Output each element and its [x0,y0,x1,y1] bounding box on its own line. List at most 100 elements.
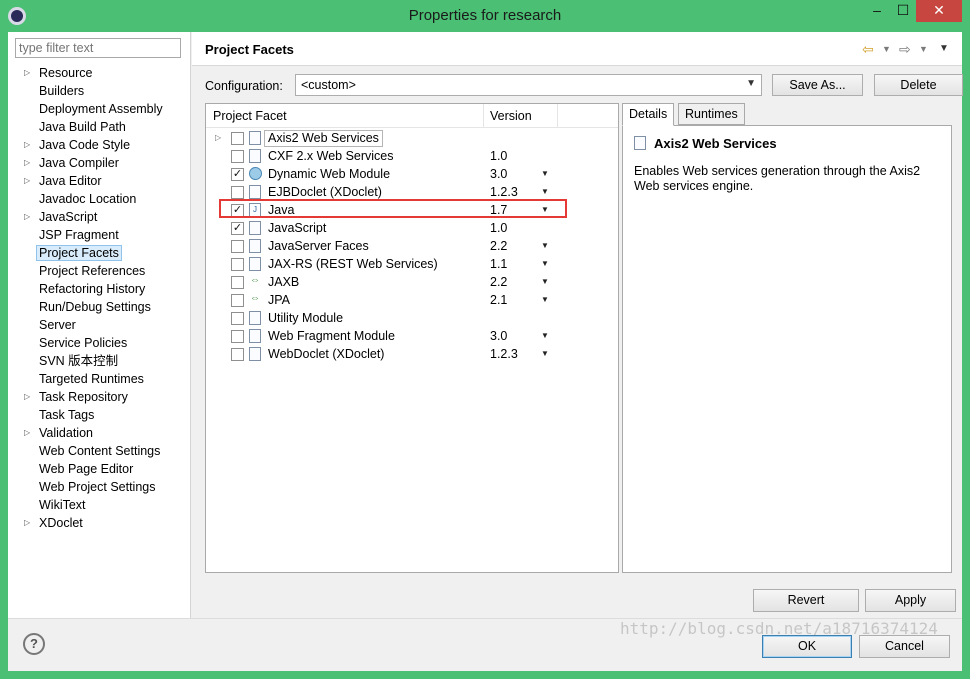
facet-name: JPA [268,293,290,307]
nav-item[interactable]: Project References [8,262,191,280]
facet-row[interactable]: JAX-RS (REST Web Services) 1.1 ▼ [206,255,618,273]
nav-item[interactable]: ▷ Java Editor [8,172,191,190]
facet-version[interactable]: 1.1 [490,255,507,273]
expand-arrow-icon[interactable]: ▷ [24,136,34,154]
chevron-down-icon[interactable]: ▼ [541,327,549,345]
chevron-down-icon[interactable]: ▼ [541,255,549,273]
column-header-version[interactable]: Version [490,109,532,123]
facet-version[interactable]: 1.0 [490,147,507,165]
facet-version[interactable]: 3.0 [490,327,507,345]
facet-row[interactable]: JavaServer Faces 2.2 ▼ [206,237,618,255]
nav-item[interactable]: Refactoring History [8,280,191,298]
facet-row[interactable]: CXF 2.x Web Services 1.0 [206,147,618,165]
ok-button[interactable]: OK [762,635,852,658]
facet-checkbox[interactable] [231,150,244,163]
expand-arrow-icon[interactable]: ▷ [24,514,34,532]
nav-item[interactable]: Builders [8,82,191,100]
maximize-button[interactable]: ☐ [890,0,916,22]
nav-item[interactable]: Web Project Settings [8,478,191,496]
facet-checkbox[interactable]: ✓ [231,168,244,181]
facet-checkbox[interactable]: ✓ [231,222,244,235]
facet-checkbox[interactable] [231,294,244,307]
nav-item[interactable]: SVN 版本控制 [8,352,191,370]
expand-arrow-icon[interactable]: ▷ [24,154,34,172]
facet-checkbox[interactable] [231,348,244,361]
delete-button[interactable]: Delete [874,74,963,96]
facet-row[interactable]: Web Fragment Module 3.0 ▼ [206,327,618,345]
facet-row[interactable]: Utility Module [206,309,618,327]
chevron-down-icon[interactable]: ▼ [541,273,549,291]
facet-version[interactable]: 1.0 [490,219,507,237]
nav-item[interactable]: Run/Debug Settings [8,298,191,316]
cancel-button[interactable]: Cancel [859,635,950,658]
expand-arrow-icon[interactable]: ▷ [24,172,34,190]
facet-version[interactable]: 2.2 [490,273,507,291]
nav-item[interactable]: ▷ Task Repository [8,388,191,406]
details-description: Enables Web services generation through … [634,164,921,193]
nav-item[interactable]: Web Page Editor [8,460,191,478]
apply-button[interactable]: Apply [865,589,956,612]
dialog-client: ▷ Resource Builders Deployment Assembly Java… [8,32,963,671]
facet-row[interactable]: ✓ JavaScript 1.0 [206,219,618,237]
nav-item[interactable]: Service Policies [8,334,191,352]
expand-arrow-icon[interactable]: ▷ [24,388,34,406]
expand-arrow-icon[interactable]: ▷ [24,424,34,442]
facet-checkbox[interactable] [231,186,244,199]
expand-arrow-icon[interactable]: ▷ [24,208,34,226]
facet-row[interactable]: ⇔ JPA 2.1 ▼ [206,291,618,309]
back-dropdown-icon[interactable]: ▼ [882,44,891,54]
facet-checkbox[interactable] [231,312,244,325]
nav-item[interactable]: WikiText [8,496,191,514]
facet-row[interactable]: ⇔ JAXB 2.2 ▼ [206,273,618,291]
tab-details[interactable]: Details [622,103,675,126]
configuration-select[interactable]: <custom> ▼ [295,74,762,96]
facet-checkbox[interactable] [231,240,244,253]
nav-item[interactable]: Task Tags [8,406,191,424]
facet-version[interactable]: 1.2.3 [490,345,518,363]
nav-item[interactable]: ▷ Java Code Style [8,136,191,154]
nav-item[interactable]: Server [8,316,191,334]
forward-arrow-icon[interactable]: ⇨ [899,41,911,58]
chevron-down-icon[interactable]: ▼ [541,165,549,183]
revert-button[interactable]: Revert [753,589,859,612]
facet-checkbox[interactable] [231,132,244,145]
nav-item[interactable]: Web Content Settings [8,442,191,460]
filter-input[interactable] [15,38,181,58]
help-icon[interactable]: ? [23,633,45,655]
nav-item[interactable]: Javadoc Location [8,190,191,208]
nav-item[interactable]: Java Build Path [8,118,191,136]
facet-row[interactable]: WebDoclet (XDoclet) 1.2.3 ▼ [206,345,618,363]
facet-checkbox[interactable] [231,276,244,289]
facet-version[interactable]: 3.0 [490,165,507,183]
chevron-down-icon[interactable]: ▼ [541,345,549,363]
nav-item[interactable]: ▷ Validation [8,424,191,442]
nav-item[interactable]: JSP Fragment [8,226,191,244]
nav-item[interactable]: Project Facets [8,244,191,262]
expand-arrow-icon[interactable]: ▷ [24,64,34,82]
expand-arrow-icon[interactable]: ▷ [215,129,221,147]
facet-row[interactable]: ✓ Dynamic Web Module 3.0 ▼ [206,165,618,183]
document-icon [249,239,261,253]
view-menu-icon[interactable]: ▼ [939,43,949,54]
nav-item[interactable]: ▷ JavaScript [8,208,191,226]
forward-dropdown-icon[interactable]: ▼ [919,44,928,54]
nav-item[interactable]: Targeted Runtimes [8,370,191,388]
facet-checkbox[interactable] [231,330,244,343]
back-arrow-icon[interactable]: ⇦ [862,41,874,58]
nav-item[interactable]: Deployment Assembly [8,100,191,118]
facet-version[interactable]: 2.2 [490,237,507,255]
facet-version[interactable]: 2.1 [490,291,507,309]
tab-runtimes[interactable]: Runtimes [678,103,745,125]
chevron-down-icon[interactable]: ▼ [541,237,549,255]
title-bar[interactable]: Properties for research – ☐ ✕ [0,0,970,32]
minimize-button[interactable]: – [864,0,890,22]
save-as-button[interactable]: Save As... [772,74,863,96]
column-header-facet[interactable]: Project Facet [213,109,287,123]
facet-checkbox[interactable] [231,258,244,271]
chevron-down-icon[interactable]: ▼ [541,291,549,309]
close-button[interactable]: ✕ [916,0,962,22]
nav-item[interactable]: ▷ Java Compiler [8,154,191,172]
nav-item[interactable]: ▷ XDoclet [8,514,191,532]
nav-item[interactable]: ▷ Resource [8,64,191,82]
facet-row[interactable]: ▷ Axis2 Web Services [206,129,618,147]
